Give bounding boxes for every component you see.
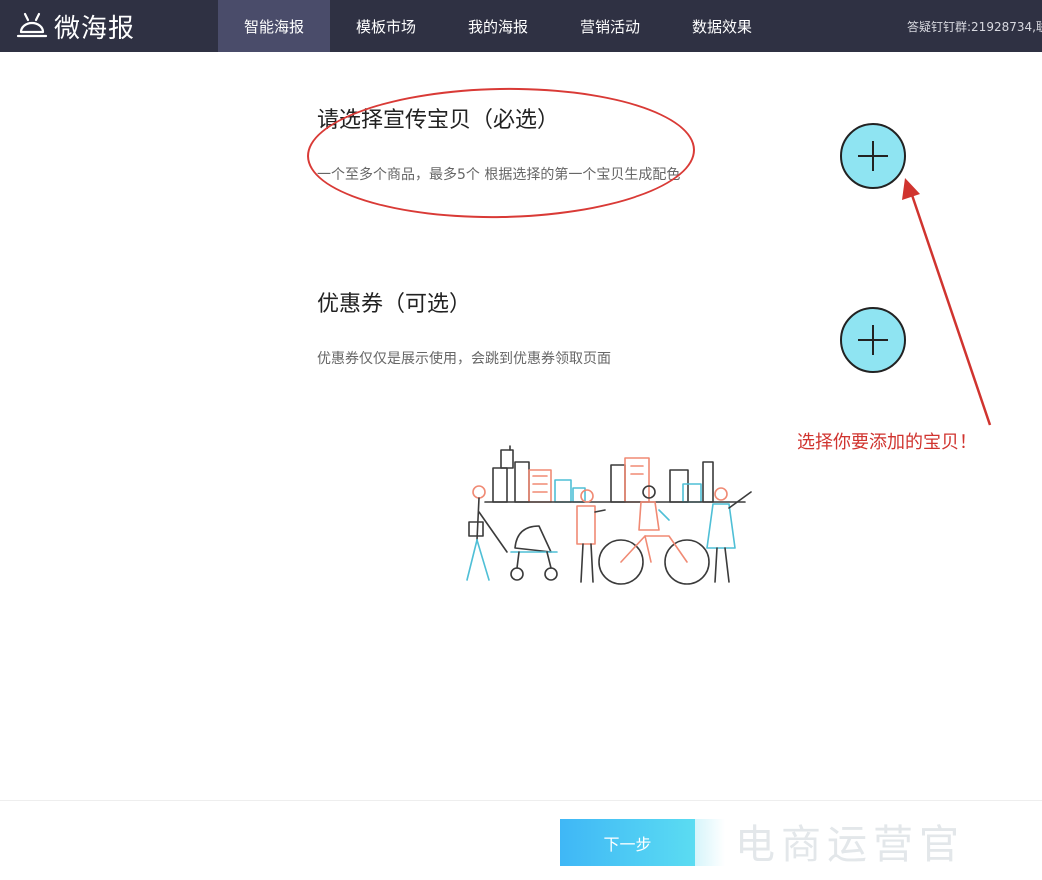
city-people-illustration	[466, 445, 752, 585]
watermark: 电商运营官	[735, 822, 965, 868]
annotation-text: 选择你要添加的宝贝！	[797, 432, 977, 453]
next-step-button[interactable]: 下一步	[560, 819, 695, 866]
button-fade	[695, 819, 725, 866]
footer-divider	[0, 800, 1042, 801]
